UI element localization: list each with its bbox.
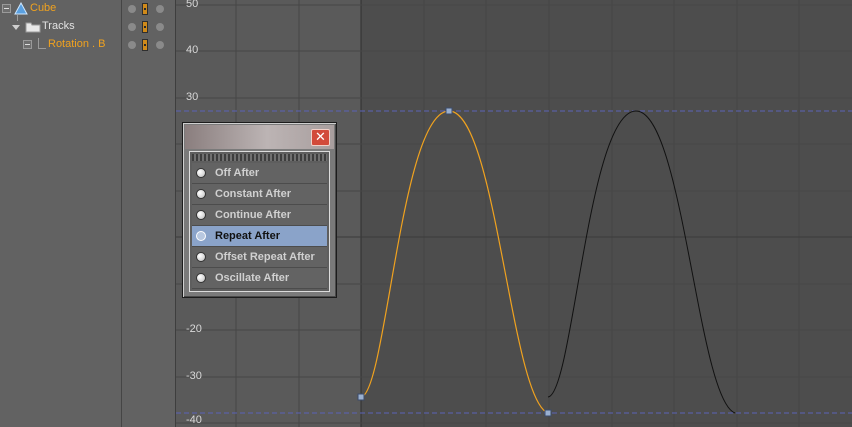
y-tick-label: -30	[186, 370, 202, 382]
collapse-toggle-icon[interactable]	[23, 40, 32, 49]
option-repeat-after[interactable]: Repeat After	[192, 226, 327, 247]
y-tick-label: -20	[186, 323, 202, 335]
mute-dot-icon[interactable]	[156, 23, 164, 31]
radio-button-icon[interactable]	[196, 210, 206, 220]
folder-icon	[25, 22, 41, 33]
tree-item-tracks[interactable]: Tracks	[0, 15, 176, 36]
option-label: Oscillate After	[215, 272, 290, 284]
tree-item-cube[interactable]: Cube	[0, 0, 176, 18]
option-offset-repeat-after[interactable]: Offset Repeat After	[192, 247, 327, 268]
y-tick-label: 40	[186, 44, 199, 56]
post-behavior-dialog: ✕ Off After Constant After Continue Afte…	[182, 122, 337, 298]
radio-button-icon[interactable]	[196, 189, 206, 199]
tree-item-rotation-b[interactable]: Rotation . B	[0, 36, 176, 54]
lock-icon[interactable]	[142, 21, 148, 33]
post-range-area	[361, 0, 852, 427]
visibility-dot-icon[interactable]	[128, 5, 136, 13]
option-constant-after[interactable]: Constant After	[192, 184, 327, 205]
keyframe-handle[interactable]	[445, 107, 453, 115]
radio-button-icon[interactable]	[196, 168, 206, 178]
list-grip-bar	[192, 154, 327, 161]
radio-button-icon[interactable]	[196, 252, 206, 262]
option-label: Repeat After	[215, 230, 280, 242]
option-label: Constant After	[215, 188, 291, 200]
tree-connector-line	[38, 48, 46, 49]
y-tick-label: 50	[186, 0, 199, 10]
y-tick-label: -40	[186, 414, 202, 426]
tree-item-label: Rotation . B	[48, 38, 106, 50]
tree-item-label: Tracks	[42, 20, 75, 32]
close-icon: ✕	[315, 129, 326, 144]
lock-icon[interactable]	[142, 3, 148, 15]
collapse-toggle-icon[interactable]	[2, 4, 11, 13]
option-label: Off After	[215, 167, 260, 179]
option-oscillate-after[interactable]: Oscillate After	[192, 268, 327, 289]
tree-column-divider	[121, 0, 122, 427]
close-button[interactable]: ✕	[311, 129, 330, 146]
visibility-dot-icon[interactable]	[128, 23, 136, 31]
lock-icon[interactable]	[142, 39, 148, 51]
option-label: Offset Repeat After	[215, 251, 315, 263]
tree-connector-line	[38, 38, 39, 48]
cube-icon	[14, 2, 28, 15]
option-label: Continue After	[215, 209, 291, 221]
option-off-after[interactable]: Off After	[192, 163, 327, 184]
tree-connector-line	[17, 15, 18, 21]
option-continue-after[interactable]: Continue After	[192, 205, 327, 226]
expand-triangle-icon[interactable]	[12, 25, 20, 30]
y-tick-label: 30	[186, 91, 199, 103]
tree-item-label: Cube	[30, 2, 57, 14]
mute-dot-icon[interactable]	[156, 41, 164, 49]
behavior-option-list: Off After Constant After Continue After …	[189, 151, 330, 292]
visibility-dot-icon[interactable]	[128, 41, 136, 49]
keyframe-handle[interactable]	[544, 409, 552, 417]
track-tree-panel: Cube Tracks Rotation . B	[0, 0, 176, 427]
mute-dot-icon[interactable]	[156, 5, 164, 13]
radio-button-icon[interactable]	[196, 273, 206, 283]
keyframe-handle[interactable]	[357, 393, 365, 401]
radio-button-icon[interactable]	[196, 231, 206, 241]
